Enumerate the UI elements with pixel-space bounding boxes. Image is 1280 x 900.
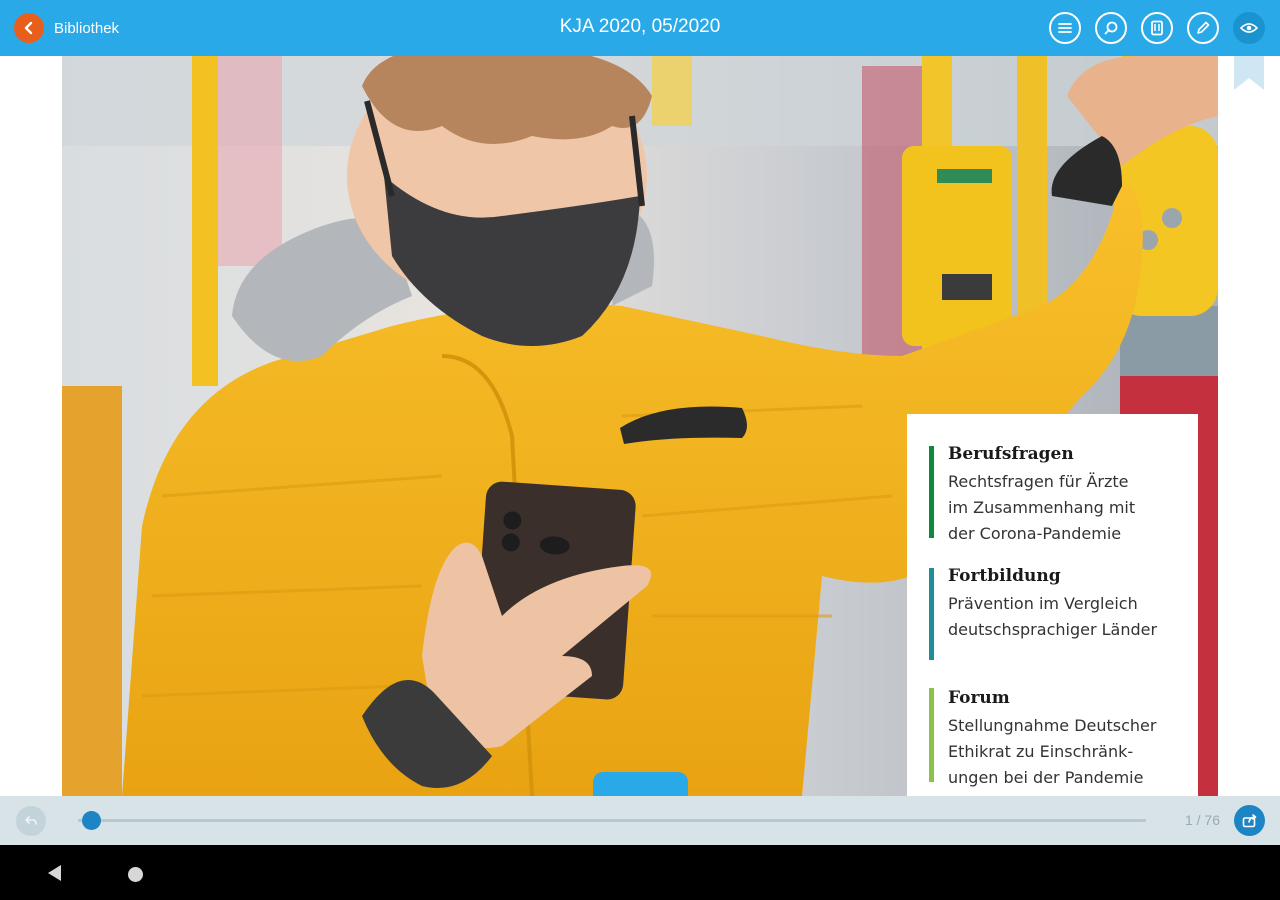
pen-icon[interactable] xyxy=(1187,12,1219,44)
toc-heading: Berufsfragen xyxy=(948,444,1074,464)
toc-entry-forum[interactable]: Forum Stellungnahme Deutscher Ethikrat z… xyxy=(929,688,1184,788)
toc-color-bar xyxy=(929,446,934,538)
table-of-contents: Berufsfragen Rechtsfragen für Ärzte im Z… xyxy=(907,414,1198,796)
toc-text: Rechtsfragen für Ärzte im Zusammenhang m… xyxy=(948,472,1136,543)
progress-track[interactable] xyxy=(78,819,1146,822)
page-scrubber: 1 / 76 xyxy=(0,796,1280,845)
share-icon[interactable] xyxy=(1234,805,1265,836)
undo-icon[interactable] xyxy=(16,806,46,836)
bookmark-icon[interactable] xyxy=(1232,56,1266,90)
eye-icon[interactable] xyxy=(1233,12,1265,44)
document-title: KJA 2020, 05/2020 xyxy=(559,16,721,37)
toc-entry-berufsfragen[interactable]: Berufsfragen Rechtsfragen für Ärzte im Z… xyxy=(929,444,1184,544)
menu-icon[interactable] xyxy=(1049,12,1081,44)
nav-back-icon[interactable] xyxy=(46,864,64,882)
back-to-library-button[interactable]: Bibliothek xyxy=(14,12,119,44)
toc-text: Prävention im Vergleich deutschsprachige… xyxy=(948,594,1158,639)
pages-icon[interactable] xyxy=(1141,12,1173,44)
back-label: Bibliothek xyxy=(54,19,120,37)
progress-knob[interactable] xyxy=(82,811,102,830)
system-nav-bar xyxy=(0,845,1280,900)
toc-color-bar xyxy=(929,568,934,660)
page-handle-tab[interactable] xyxy=(593,772,688,796)
toc-heading: Forum xyxy=(948,688,1010,708)
page-counter: 1 / 76 xyxy=(1184,812,1220,828)
toc-entry-fortbildung[interactable]: Fortbildung Prävention im Vergleich deut… xyxy=(929,566,1184,660)
toc-heading: Fortbildung xyxy=(948,566,1061,586)
search-icon[interactable] xyxy=(1095,12,1127,44)
back-arrow-icon xyxy=(14,13,44,43)
toc-color-bar xyxy=(929,688,934,782)
toc-text: Stellungnahme Deutscher Ethikrat zu Eins… xyxy=(948,716,1157,787)
nav-home-icon[interactable] xyxy=(128,867,143,882)
top-bar: Bibliothek KJA 2020, 05/2020 xyxy=(0,0,1280,56)
